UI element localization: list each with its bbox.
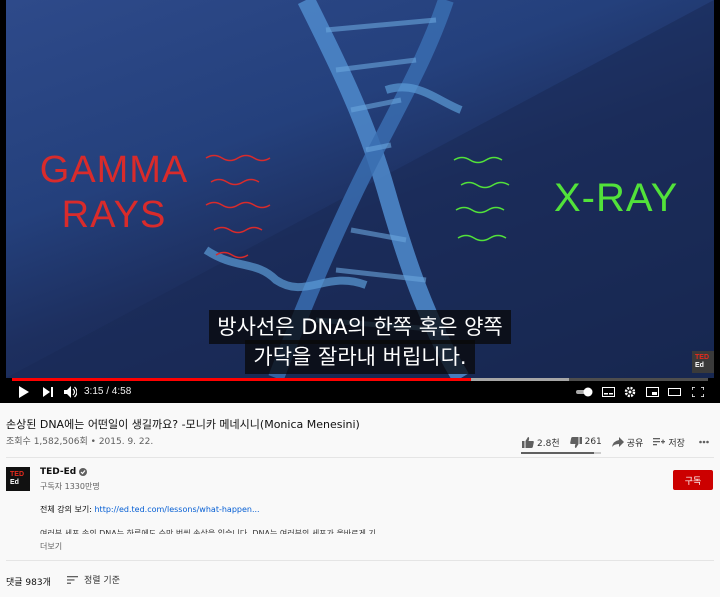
subscriber-count: 구독자 1330만명 xyxy=(40,482,100,491)
description-line-2: 여러분 세포 속의 DNA는 하루에도 수만 번씩 손상을 입습니다. DNA는… xyxy=(40,529,376,534)
verified-check-icon xyxy=(79,468,88,476)
show-more-button[interactable]: 더보기 xyxy=(40,541,62,552)
xray-label: X-RAY xyxy=(554,176,679,220)
share-label: 공유 xyxy=(626,438,644,449)
caption-line-1: 방사선은 DNA의 한쪽 혹은 양쪽 xyxy=(209,310,511,344)
play-icon[interactable] xyxy=(16,384,32,400)
like-button[interactable]: 2.8천 xyxy=(522,436,560,449)
fullscreen-icon[interactable] xyxy=(690,384,706,400)
share-icon xyxy=(611,437,624,447)
like-ratio-bar xyxy=(521,452,601,454)
gamma-line-2: RAYS xyxy=(61,194,167,236)
player-controls: 3:15 / 4:58 xyxy=(0,381,720,403)
save-label: 저장 xyxy=(668,438,685,449)
more-horizontal-icon xyxy=(699,440,709,444)
sort-icon xyxy=(67,575,78,584)
more-actions-button[interactable] xyxy=(699,440,709,444)
thumbs-down-icon xyxy=(569,436,582,448)
volume-icon[interactable] xyxy=(62,384,78,400)
like-ratio-fill xyxy=(521,452,594,454)
subscribe-button[interactable]: 구독 xyxy=(673,470,713,490)
playlist-add-icon xyxy=(653,438,666,446)
sort-label: 정렬 기준 xyxy=(84,576,120,586)
channel-name-text: TED-Ed xyxy=(40,467,77,477)
thumbs-up-icon xyxy=(522,436,534,448)
caption-line-2-wrap: 가닥을 잘라내 버립니다. xyxy=(0,340,720,374)
lesson-link[interactable]: http://ed.ted.com/lessons/what-happen... xyxy=(94,505,259,514)
comment-count: 댓글 983개 xyxy=(6,578,51,588)
share-button[interactable]: 공유 xyxy=(611,436,644,449)
autoplay-toggle-icon[interactable] xyxy=(576,384,594,400)
description-prefix: 전체 강의 보기: xyxy=(40,505,95,514)
next-icon[interactable] xyxy=(40,384,56,400)
avatar-top: TED xyxy=(10,471,24,478)
theater-mode-icon[interactable] xyxy=(666,384,682,400)
divider-bottom xyxy=(6,560,714,561)
dislike-count: 261 xyxy=(584,437,602,447)
time-display: 3:15 / 4:58 xyxy=(84,386,132,397)
save-button[interactable]: 저장 xyxy=(653,436,685,449)
video-title: 손상된 DNA에는 어떤일이 생길까요? -모니카 메네시니(Monica Me… xyxy=(6,418,360,431)
divider-top xyxy=(6,457,714,458)
description-line-1: 전체 강의 보기: http://ed.ted.com/lessons/what… xyxy=(40,504,260,515)
channel-name[interactable]: TED-Ed xyxy=(40,467,88,477)
miniplayer-icon[interactable] xyxy=(644,384,660,400)
video-meta: 조회수 1,582,506회 • 2015. 9. 22. xyxy=(6,437,154,447)
avatar-bottom: Ed xyxy=(10,479,19,486)
action-bar: 2.8천 261 공유 저장 xyxy=(512,433,709,451)
caption-line-2: 가닥을 잘라내 버립니다. xyxy=(245,340,475,374)
dislike-button[interactable]: 261 xyxy=(569,436,602,448)
gamma-rays-label: GAMMA RAYS xyxy=(34,148,194,238)
subtitles-icon[interactable] xyxy=(600,384,616,400)
settings-gear-icon[interactable] xyxy=(622,384,638,400)
video-player[interactable]: GAMMA RAYS X-RAY TED Ed 방사선은 DNA의 한쪽 혹은 … xyxy=(0,0,720,403)
gamma-line-1: GAMMA xyxy=(39,149,189,191)
caption-line-1-wrap: 방사선은 DNA의 한쪽 혹은 양쪽 xyxy=(0,310,720,344)
like-count: 2.8천 xyxy=(537,438,560,449)
sort-comments-button[interactable]: 정렬 기준 xyxy=(67,573,120,586)
channel-avatar[interactable]: TED Ed xyxy=(6,467,30,491)
